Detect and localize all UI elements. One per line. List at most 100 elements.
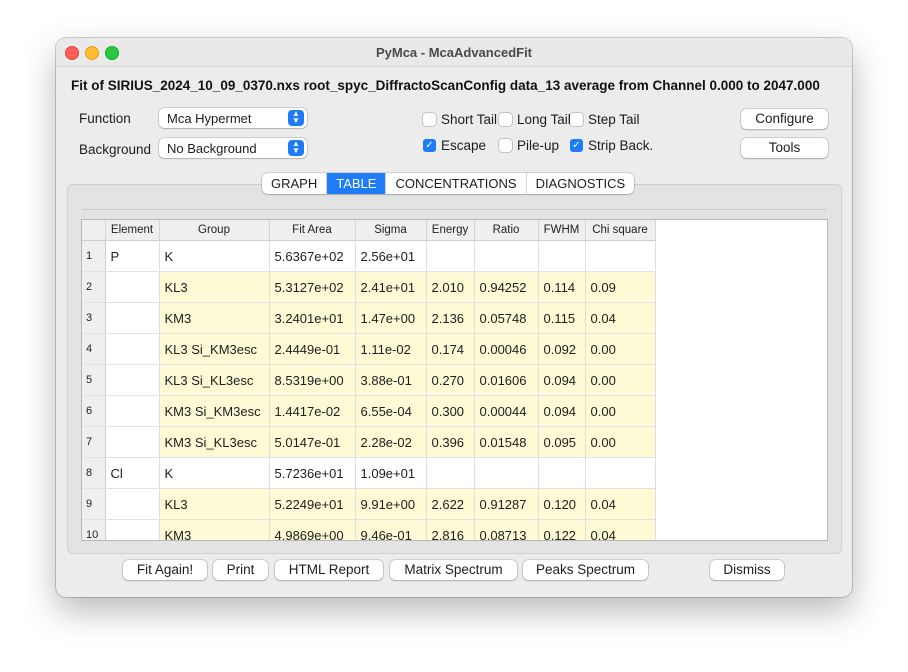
row-number: 1 [82,240,106,272]
table-row[interactable]: 4 KL3 Si_KM3esc 2.4449e-01 1.11e-02 0.17… [82,333,656,365]
group-cell: KM3 Si_KL3esc [159,426,270,458]
chi-square-cell: 0.09 [585,271,656,303]
energy-cell: 2.136 [426,302,475,334]
chi-square-cell: 0.04 [585,519,656,540]
ratio-cell: 0.05748 [474,302,539,334]
table-row[interactable]: 5 KL3 Si_KL3esc 8.5319e+00 3.88e-01 0.27… [82,364,656,396]
energy-cell: 0.270 [426,364,475,396]
ratio-cell [474,457,539,489]
group-cell: K [159,457,270,489]
element-cell [105,333,160,365]
tab-concentrations[interactable]: CONCENTRATIONS [386,173,527,194]
tab-table[interactable]: TABLE [327,173,387,194]
table-row[interactable]: 7 KM3 Si_KL3esc 5.0147e-01 2.28e-02 0.39… [82,426,656,458]
energy-cell: 0.174 [426,333,475,365]
chi-square-cell: 0.00 [585,395,656,427]
column-header[interactable]: Fit Area [269,220,356,241]
function-select[interactable]: Mca Hypermet ▲ ▼ [159,108,307,128]
element-cell: P [105,240,160,272]
background-select[interactable]: No Background ▲ ▼ [159,138,307,158]
strip-back-checkbox[interactable]: ✓ Strip Back. [570,138,653,153]
tab-graph[interactable]: GRAPH [262,173,328,194]
function-select-value: Mca Hypermet [167,111,252,126]
element-cell [105,271,160,303]
tab-bar: GRAPH TABLE CONCENTRATIONS DIAGNOSTICS [262,173,635,194]
checkbox-box [499,113,512,126]
sigma-cell: 1.09e+01 [355,457,427,489]
group-cell: KM3 [159,519,270,540]
group-cell: KM3 Si_KM3esc [159,395,270,427]
long-tail-checkbox[interactable]: Long Tail [499,112,571,127]
table-row[interactable]: 9 KL3 5.2249e+01 9.91e+00 2.622 0.91287 … [82,488,656,520]
fit-area-cell: 5.0147e-01 [269,426,356,458]
row-number: 2 [82,271,106,303]
element-cell: Cl [105,457,160,489]
element-cell [105,488,160,520]
column-header[interactable]: FWHM [538,220,586,241]
checkbox-box [423,113,436,126]
step-tail-checkbox[interactable]: Step Tail [570,112,640,127]
updown-chevron-icon: ▲ ▼ [288,140,304,156]
row-number: 9 [82,488,106,520]
table-row[interactable]: 2 KL3 5.3127e+02 2.41e+01 2.010 0.94252 … [82,271,656,303]
column-header[interactable]: Element [105,220,160,241]
group-cell: KL3 [159,488,270,520]
results-grid: Element Group Fit Area Sigma Energy Rati… [82,220,656,540]
strip-back-label: Strip Back. [588,138,654,153]
table-row[interactable]: 1 P K 5.6367e+02 2.56e+01 [82,240,656,272]
fit-area-cell: 3.2401e+01 [269,302,356,334]
column-header[interactable]: Chi square [585,220,656,241]
title-bar: PyMca - McaAdvancedFit [56,38,852,67]
step-tail-label: Step Tail [588,112,640,127]
energy-cell: 2.010 [426,271,475,303]
short-tail-label: Short Tail [441,112,498,127]
sigma-cell: 1.11e-02 [355,333,427,365]
energy-cell: 0.300 [426,395,475,427]
dismiss-button[interactable]: Dismiss [710,560,784,580]
table-header-row: Element Group Fit Area Sigma Energy Rati… [82,220,656,241]
row-number: 6 [82,395,106,427]
tab-diagnostics[interactable]: DIAGNOSTICS [527,173,635,194]
fwhm-cell: 0.095 [538,426,586,458]
fit-results-table[interactable]: Element Group Fit Area Sigma Energy Rati… [81,219,828,541]
row-number: 8 [82,457,106,489]
matrix-spectrum-button[interactable]: Matrix Spectrum [390,560,517,580]
sigma-cell: 2.56e+01 [355,240,427,272]
element-cell [105,302,160,334]
ratio-cell: 0.08713 [474,519,539,540]
column-header[interactable]: Sigma [355,220,427,241]
updown-chevron-icon: ▲ ▼ [288,110,304,126]
column-header[interactable]: Group [159,220,270,241]
html-report-button[interactable]: HTML Report [275,560,383,580]
column-header[interactable]: Ratio [474,220,539,241]
fwhm-cell: 0.114 [538,271,586,303]
fit-area-cell: 4.9869e+00 [269,519,356,540]
ratio-cell: 0.91287 [474,488,539,520]
short-tail-checkbox[interactable]: Short Tail [423,112,497,127]
app-window: PyMca - McaAdvancedFit Fit of SIRIUS_202… [56,38,852,597]
fit-area-cell: 2.4449e-01 [269,333,356,365]
print-button[interactable]: Print [213,560,268,580]
configure-button[interactable]: Configure [741,109,828,129]
tools-button[interactable]: Tools [741,138,828,158]
peaks-spectrum-button[interactable]: Peaks Spectrum [523,560,648,580]
pileup-checkbox[interactable]: Pile-up [499,138,559,153]
element-cell [105,426,160,458]
pileup-label: Pile-up [517,138,560,153]
fwhm-cell: 0.092 [538,333,586,365]
fit-again-button[interactable]: Fit Again! [123,560,207,580]
table-row[interactable]: 8 Cl K 5.7236e+01 1.09e+01 [82,457,656,489]
ratio-cell [474,240,539,272]
escape-checkbox[interactable]: ✓ Escape [423,138,486,153]
checkbox-box [499,139,512,152]
table-row[interactable]: 6 KM3 Si_KM3esc 1.4417e-02 6.55e-04 0.30… [82,395,656,427]
column-header[interactable]: Energy [426,220,475,241]
sigma-cell: 2.28e-02 [355,426,427,458]
long-tail-label: Long Tail [517,112,571,127]
table-row[interactable]: 10 KM3 4.9869e+00 9.46e-01 2.816 0.08713… [82,519,656,540]
background-label: Background [79,142,152,157]
row-number: 4 [82,333,106,365]
chi-square-cell: 0.04 [585,488,656,520]
corner-header [82,220,106,241]
table-row[interactable]: 3 KM3 3.2401e+01 1.47e+00 2.136 0.05748 … [82,302,656,334]
